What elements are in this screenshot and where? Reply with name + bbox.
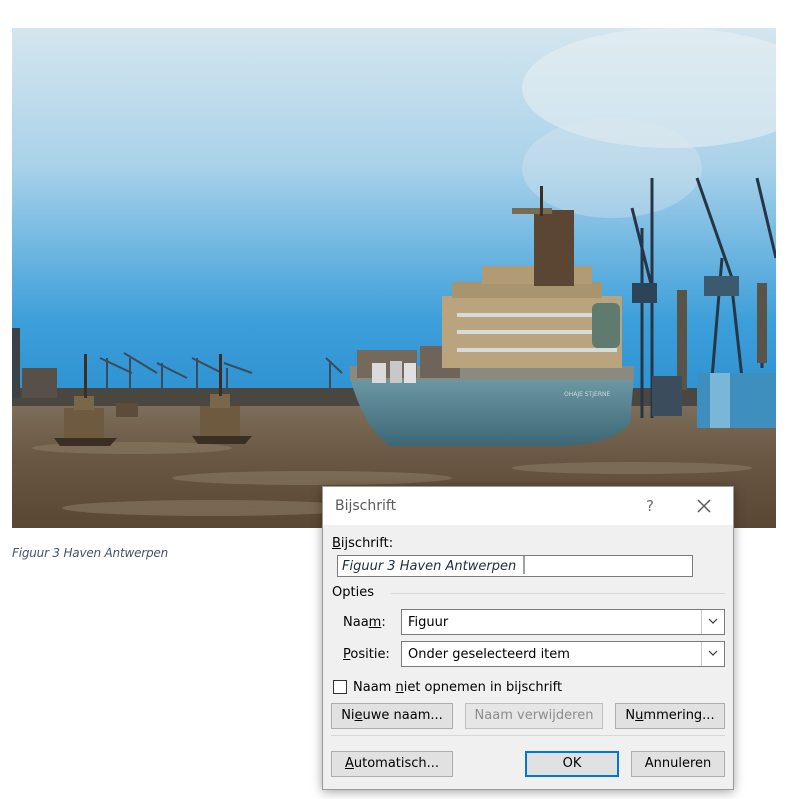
cancel-button[interactable]: Annuleren (631, 751, 725, 777)
position-select-arrow[interactable] (701, 642, 724, 666)
ship-name-text: OHAJE STJERNE (564, 391, 610, 398)
button-divider (331, 735, 725, 736)
name-select-value: Figuur (408, 615, 449, 630)
text-cursor (523, 556, 525, 574)
exclude-label-text: Naam niet opnemen in bijschrift (353, 680, 563, 695)
dialog-titlebar[interactable]: Bijschrift ? (323, 487, 733, 525)
name-label: Naam: (343, 615, 386, 630)
position-select[interactable]: Onder geselecteerd item (401, 641, 725, 667)
autocaption-button[interactable]: Automatisch... (331, 751, 453, 777)
figure-caption: Figuur 3 Haven Antwerpen (12, 546, 168, 560)
name-select[interactable]: Figuur (401, 609, 725, 635)
options-divider (391, 593, 725, 594)
position-select-value: Onder geselecteerd item (408, 647, 570, 662)
new-label-button[interactable]: Nieuwe naam... (331, 703, 453, 729)
exclude-label-checkbox[interactable] (333, 680, 347, 694)
caption-input[interactable] (337, 555, 693, 577)
ok-button[interactable]: OK (525, 751, 619, 777)
close-button[interactable] (691, 493, 717, 519)
harbour-photo: OHAJE STJERNE (12, 28, 776, 528)
chevron-down-icon (708, 650, 718, 656)
chevron-down-icon (708, 618, 718, 624)
position-label: Positie: (343, 647, 390, 662)
options-label: Opties (332, 585, 374, 600)
help-button[interactable]: ? (639, 495, 661, 517)
dialog-title: Bijschrift (335, 498, 397, 514)
delete-label-button[interactable]: Naam verwijderen (465, 703, 603, 729)
caption-dialog: Bijschrift ? Bijschrift: Opties Naam: Fi… (322, 486, 734, 790)
close-icon (697, 499, 711, 513)
name-select-arrow[interactable] (701, 610, 724, 634)
numbering-button[interactable]: Nummering... (615, 703, 725, 729)
caption-label: Bijschrift: (332, 536, 394, 551)
